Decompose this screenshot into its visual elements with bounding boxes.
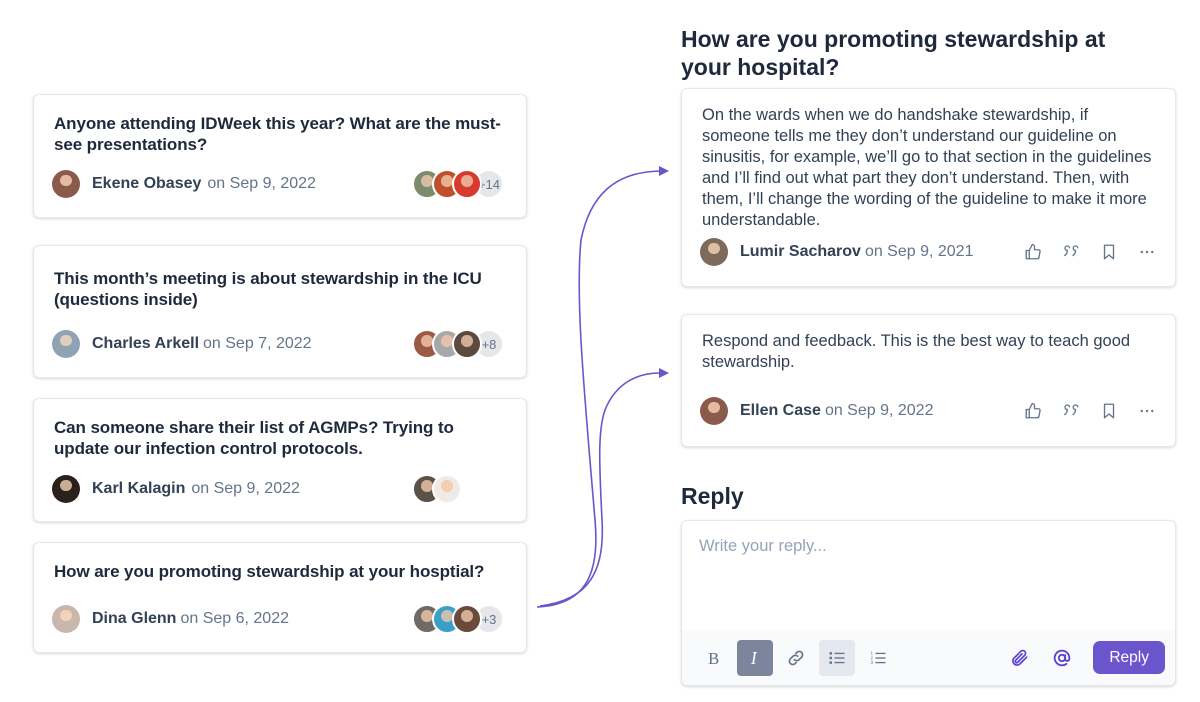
comment-body: On the wards when we do handshake stewar… xyxy=(702,106,1152,229)
bold-icon: B xyxy=(708,648,719,667)
paperclip-icon xyxy=(1012,649,1028,666)
post-date: on Sep 7, 2022 xyxy=(203,335,312,352)
bookmark-icon[interactable] xyxy=(1097,399,1121,423)
italic-button[interactable]: I xyxy=(737,639,773,676)
author-name[interactable]: Ellen Case xyxy=(740,402,821,420)
attach-button[interactable] xyxy=(1005,640,1035,676)
participant-avatar xyxy=(452,329,482,359)
post-date: on Sep 6, 2022 xyxy=(180,610,289,627)
more-icon[interactable] xyxy=(1135,240,1159,264)
comment-body: Respond and feedback. This is the best w… xyxy=(702,332,1131,371)
comment-actions xyxy=(1021,399,1159,423)
thread-card[interactable]: How are you promoting stewardship at you… xyxy=(33,542,527,653)
svg-text:I: I xyxy=(750,648,758,668)
author-name[interactable]: Dina Glenn xyxy=(92,610,176,628)
participant-avatar xyxy=(452,604,482,634)
like-icon[interactable] xyxy=(1021,240,1045,264)
italic-icon: I xyxy=(750,648,758,668)
comment-date: on Sep 9, 2022 xyxy=(824,402,934,419)
author-avatar xyxy=(700,397,728,425)
quote-icon[interactable] xyxy=(1059,399,1083,423)
thread-title[interactable]: Anyone attending IDWeek this year? What … xyxy=(54,113,506,155)
author-name[interactable]: Charles Arkell xyxy=(92,335,199,353)
svg-text:3: 3 xyxy=(871,659,874,664)
connector-arrow-to-first-comment xyxy=(536,170,661,608)
participant-avatars[interactable]: +8 xyxy=(412,329,504,359)
comment-date: on Sep 9, 2021 xyxy=(864,243,974,260)
participant-avatar xyxy=(432,474,462,504)
author-avatar xyxy=(52,330,80,358)
at-sign-icon xyxy=(1054,649,1071,666)
author-avatar xyxy=(52,475,80,503)
participant-avatars[interactable] xyxy=(412,474,462,504)
thread-title[interactable]: This month’s meeting is about stewardshi… xyxy=(54,268,506,310)
arrowhead xyxy=(659,368,669,378)
author-name[interactable]: Lumir Sacharov xyxy=(740,243,861,261)
svg-text:B: B xyxy=(708,648,719,667)
reply-input[interactable] xyxy=(682,521,1175,631)
mention-button[interactable] xyxy=(1047,640,1077,676)
discussion-title: How are you promoting stewardship at you… xyxy=(681,26,1106,80)
connector-arrow-to-second-comment xyxy=(539,372,661,607)
comment-card: Respond and feedback. This is the best w… xyxy=(681,314,1176,447)
numbered-list-icon: 123 xyxy=(871,650,886,664)
author-avatar xyxy=(52,605,80,633)
reply-editor: B I 123 Reply xyxy=(681,520,1176,686)
arrowhead xyxy=(659,166,669,176)
thread-card[interactable]: Can someone share their list of AGMPs? T… xyxy=(33,398,527,522)
post-date: on Sep 9, 2022 xyxy=(191,480,300,497)
bulleted-list-icon xyxy=(829,651,845,664)
comment-actions xyxy=(1021,240,1159,264)
participant-avatars[interactable]: +3 xyxy=(412,604,504,634)
link-button[interactable] xyxy=(778,640,814,676)
reply-submit-button[interactable]: Reply xyxy=(1093,641,1165,674)
author-name[interactable]: Ekene Obasey xyxy=(92,175,201,193)
bookmark-icon[interactable] xyxy=(1097,240,1121,264)
thread-card[interactable]: This month’s meeting is about stewardshi… xyxy=(33,245,527,378)
thread-title[interactable]: How are you promoting stewardship at you… xyxy=(54,561,506,582)
author-avatar xyxy=(700,238,728,266)
link-icon xyxy=(788,650,804,665)
participant-avatars[interactable]: +14 xyxy=(412,169,504,199)
more-icon[interactable] xyxy=(1135,399,1159,423)
thread-card[interactable]: Anyone attending IDWeek this year? What … xyxy=(33,94,527,218)
reply-heading: Reply xyxy=(681,483,744,509)
reply-toolbar: B I 123 Reply xyxy=(682,630,1175,685)
numbered-list-button[interactable]: 123 xyxy=(860,640,896,676)
thread-title[interactable]: Can someone share their list of AGMPs? T… xyxy=(54,417,506,459)
bold-button[interactable]: B xyxy=(696,640,732,676)
author-avatar xyxy=(52,170,80,198)
participant-avatar xyxy=(452,169,482,199)
quote-icon[interactable] xyxy=(1059,240,1083,264)
post-date: on Sep 9, 2022 xyxy=(207,175,316,192)
bulleted-list-button[interactable] xyxy=(819,639,855,676)
comment-card: On the wards when we do handshake stewar… xyxy=(681,88,1176,287)
like-icon[interactable] xyxy=(1021,399,1045,423)
author-name[interactable]: Karl Kalagin xyxy=(92,480,185,498)
